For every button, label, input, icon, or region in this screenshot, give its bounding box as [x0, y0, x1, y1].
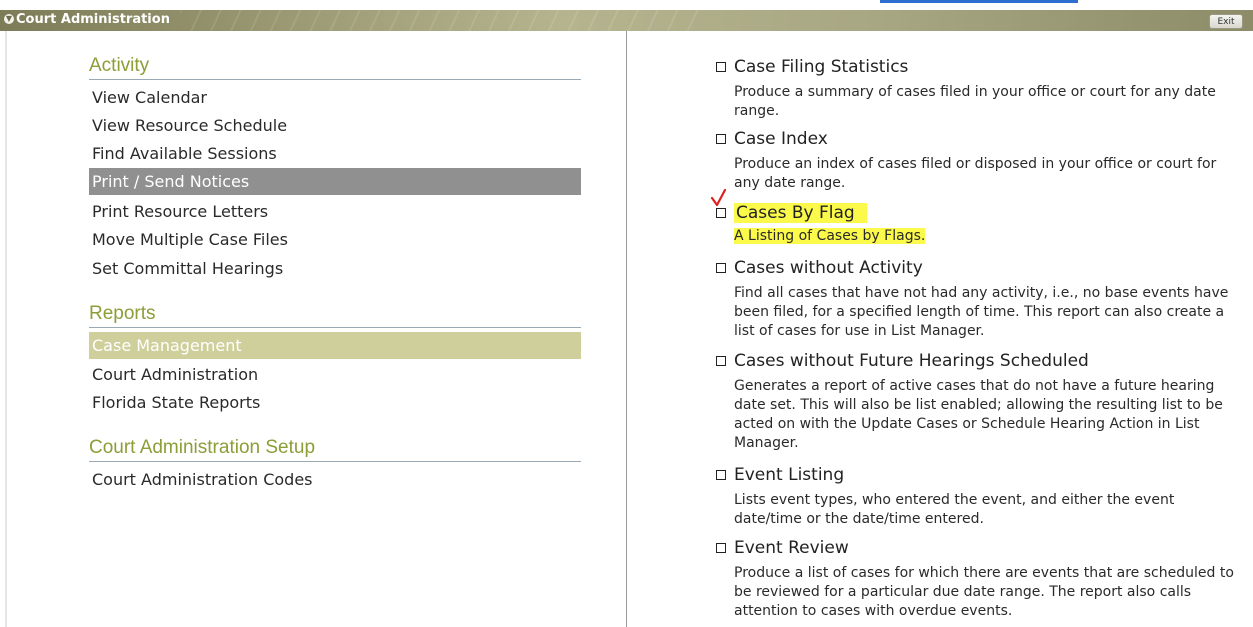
menu-item-find-available-sessions[interactable]: Find Available Sessions [89, 140, 581, 167]
report-link-event-listing[interactable]: Event Listing [716, 463, 1244, 487]
title-bar: ▼ Court Administration Exit [0, 0, 1253, 31]
menu-item-print-send-notices[interactable]: Print / Send Notices [89, 168, 581, 195]
report-description: Produce an index of cases filed or dispo… [734, 156, 1217, 191]
report-description: A Listing of Cases by Flags. [734, 227, 1244, 246]
left-panel-edge [5, 31, 7, 627]
report-description: Generates a report of active cases that … [734, 378, 1223, 451]
menu-item-view-resource-schedule[interactable]: View Resource Schedule [89, 112, 581, 139]
report-title: Cases By Flag [734, 203, 867, 223]
report-checkbox-icon[interactable] [716, 356, 726, 366]
report-checkbox-icon[interactable] [716, 263, 726, 273]
menu-item-case-management[interactable]: Case Management [89, 332, 581, 359]
report-title: Cases without Future Hearings Scheduled [734, 351, 1089, 371]
section-heading-activity: Activity [89, 55, 581, 80]
report-description: Find all cases that have not had any act… [734, 285, 1229, 339]
title-bar-strip [0, 10, 1253, 31]
report-link-event-review[interactable]: Event Review [716, 536, 1244, 560]
report-description: Produce a list of cases for which there … [734, 565, 1234, 619]
top-link-underline [880, 0, 1078, 3]
report-checkbox-icon[interactable] [716, 134, 726, 144]
report-title: Case Index [734, 129, 828, 149]
section-heading-reports: Reports [89, 303, 581, 328]
report-link-cases-without-activity[interactable]: Cases without Activity [716, 256, 1244, 280]
section-heading-setup: Court Administration Setup [89, 437, 581, 462]
report-checkbox-icon[interactable] [716, 62, 726, 72]
report-title: Event Review [734, 538, 849, 558]
report-link-case-filing-statistics[interactable]: Case Filing Statistics [716, 55, 1244, 79]
report-description: Lists event types, who entered the event… [734, 492, 1175, 527]
report-title: Event Listing [734, 465, 845, 485]
app-title: Court Administration [16, 12, 170, 27]
menu-item-court-administration[interactable]: Court Administration [89, 361, 581, 388]
report-checkbox-icon[interactable] [716, 208, 726, 218]
report-cases-by-flag: Cases By Flag A Listing of Cases by Flag… [710, 189, 1244, 246]
collapse-arrow-icon[interactable]: ▼ [4, 14, 14, 24]
report-event-listing: Event Listing Lists event types, who ent… [716, 463, 1244, 529]
report-case-index: Case Index Produce an index of cases fil… [716, 127, 1244, 193]
report-title: Cases without Activity [734, 258, 923, 278]
report-description: Produce a summary of cases filed in your… [734, 84, 1216, 119]
report-cases-without-future-hearings: Cases without Future Hearings Scheduled … [716, 349, 1244, 453]
highlighted-description: A Listing of Cases by Flags. [734, 228, 926, 244]
report-event-review: Event Review Produce a list of cases for… [716, 536, 1244, 621]
menu-item-print-resource-letters[interactable]: Print Resource Letters [89, 198, 581, 225]
report-checkbox-icon[interactable] [716, 470, 726, 480]
report-checkbox-icon[interactable] [716, 543, 726, 553]
menu-item-set-committal-hearings[interactable]: Set Committal Hearings [89, 255, 581, 282]
menu-item-view-calendar[interactable]: View Calendar [89, 84, 581, 111]
report-link-cases-by-flag[interactable]: Cases By Flag [716, 201, 1244, 225]
report-case-filing-statistics: Case Filing Statistics Produce a summary… [716, 55, 1244, 121]
report-title: Case Filing Statistics [734, 57, 909, 77]
report-cases-without-activity: Cases without Activity Find all cases th… [716, 256, 1244, 341]
panel-divider [626, 31, 627, 627]
menu-item-florida-state-reports[interactable]: Florida State Reports [89, 389, 581, 416]
report-link-cases-without-future-hearings[interactable]: Cases without Future Hearings Scheduled [716, 349, 1244, 373]
menu-item-court-administration-codes[interactable]: Court Administration Codes [89, 466, 581, 493]
menu-item-move-multiple-case-files[interactable]: Move Multiple Case Files [89, 226, 581, 253]
report-link-case-index[interactable]: Case Index [716, 127, 1244, 151]
exit-button[interactable]: Exit [1209, 14, 1243, 29]
